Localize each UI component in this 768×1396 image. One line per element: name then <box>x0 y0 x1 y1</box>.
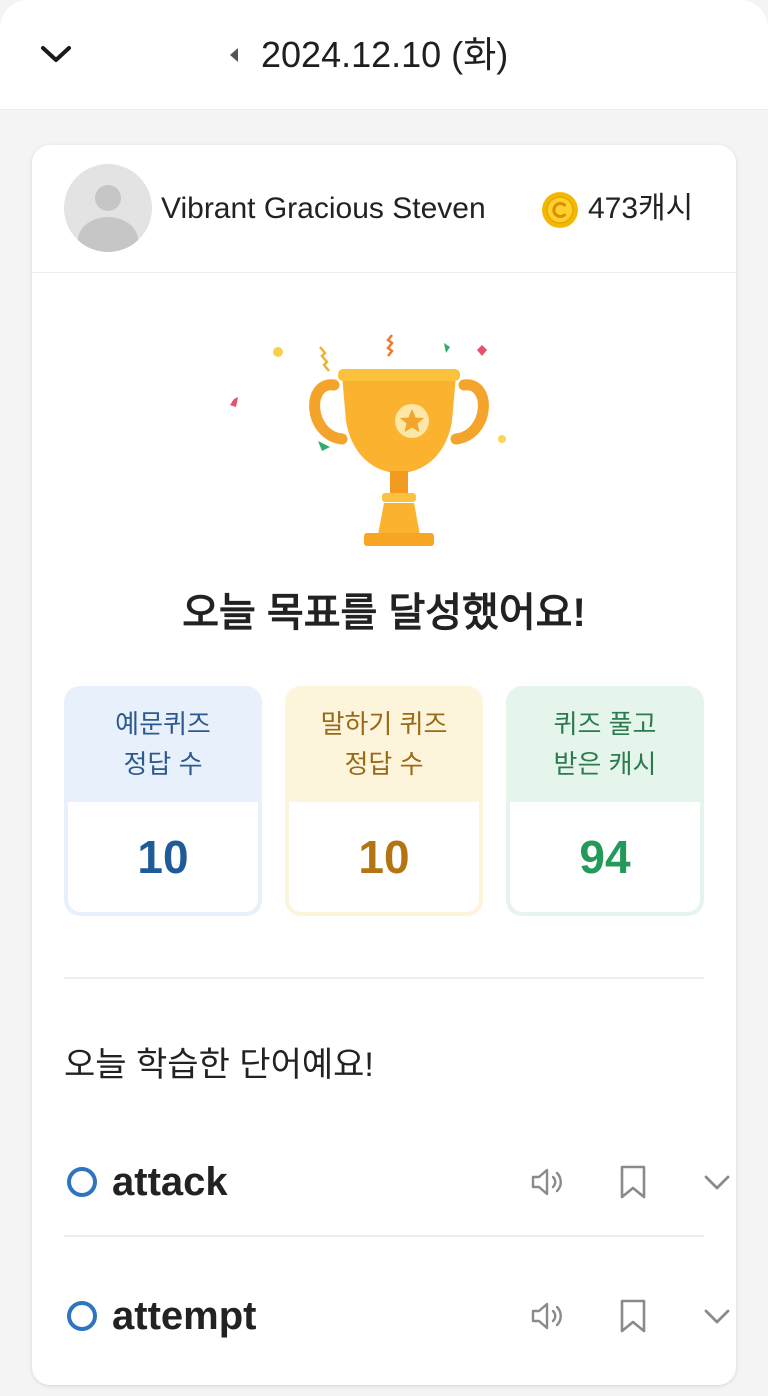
stat-label: 말하기 퀴즈 정답 수 <box>285 686 483 802</box>
speaking-quiz-stat: 말하기 퀴즈 정답 수 10 <box>285 686 483 916</box>
cash-amount: 473캐시 <box>588 192 694 225</box>
chevron-down-icon[interactable] <box>698 1165 736 1199</box>
stat-label-line1: 말하기 퀴즈 <box>320 709 448 739</box>
date-label: 2024.12.10 (화) <box>261 34 509 75</box>
user-avatar-icon <box>78 185 138 252</box>
collapse-button[interactable] <box>34 34 78 74</box>
learned-words-title: 오늘 학습한 단어예요! <box>64 1046 374 1084</box>
stat-label: 예문퀴즈 정답 수 <box>64 686 262 802</box>
earned-cash-stat: 퀴즈 풀고 받은 캐시 94 <box>506 686 704 916</box>
stat-label-line2: 정답 수 <box>344 749 424 779</box>
user-name: Vibrant Gracious Steven <box>161 192 486 225</box>
stat-value: 94 <box>510 802 700 912</box>
goal-achieved-headline: 오늘 목표를 달성했어요! <box>182 591 586 635</box>
avatar <box>64 164 152 252</box>
top-bar: 2024.12.10 (화) <box>0 0 768 110</box>
speaker-icon[interactable] <box>528 1164 568 1200</box>
caret-left-icon <box>230 48 238 62</box>
status-circle-icon <box>67 1301 97 1331</box>
coin-icon <box>542 192 578 228</box>
stat-label-line2: 받은 캐시 <box>553 749 657 779</box>
stat-value: 10 <box>68 802 258 912</box>
stat-label-line1: 퀴즈 풀고 <box>553 709 657 739</box>
previous-date-button[interactable] <box>224 40 244 70</box>
bookmark-icon[interactable] <box>616 1297 650 1335</box>
stat-value: 10 <box>289 802 479 912</box>
chevron-down-icon[interactable] <box>698 1299 736 1333</box>
status-circle-icon <box>67 1167 97 1197</box>
speaker-icon[interactable] <box>528 1298 568 1334</box>
stat-label-line2: 정답 수 <box>123 749 203 779</box>
daily-summary-card: Vibrant Gracious Steven 473캐시 오늘 목표를 달성했… <box>32 145 736 1385</box>
word-text: attack <box>112 1160 228 1204</box>
chevron-down-icon <box>41 46 71 62</box>
divider <box>64 977 704 979</box>
stat-label-line1: 예문퀴즈 <box>115 709 211 739</box>
profile-row: Vibrant Gracious Steven 473캐시 <box>32 145 736 273</box>
example-quiz-stat: 예문퀴즈 정답 수 10 <box>64 686 262 916</box>
bookmark-icon[interactable] <box>616 1163 650 1201</box>
word-text: attempt <box>112 1294 257 1338</box>
trophy-icon <box>230 334 506 546</box>
word-row[interactable]: attack <box>64 1127 730 1237</box>
stat-label: 퀴즈 풀고 받은 캐시 <box>506 686 704 802</box>
word-row[interactable]: attempt <box>64 1261 730 1371</box>
